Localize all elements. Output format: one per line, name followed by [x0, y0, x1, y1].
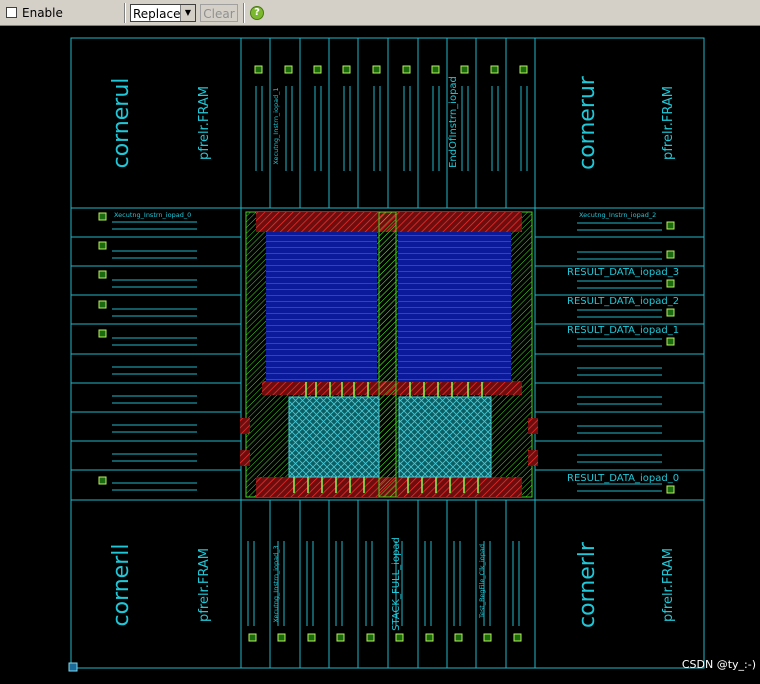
left-pad-ring	[71, 221, 241, 491]
corner-ul-cell: pfrelr.FRAM	[197, 86, 212, 160]
pad-label-bottom-2: STACK_FULL_iopad	[391, 537, 402, 631]
top-pad-ring	[255, 38, 528, 208]
left-pad-pins[interactable]	[98, 212, 107, 485]
pad-label-right-5: RESULT_DATA_iopad_1	[567, 325, 679, 336]
corner-lr-name: cornerlr	[575, 541, 600, 628]
pad-label-bottom-1: Xecutng_Instrn_iopad_3	[272, 545, 280, 622]
watermark: CSDN @ty_:-)	[681, 658, 756, 671]
pad-label-top-2: EndOfInstrn_iopad	[448, 76, 459, 168]
corner-ll-name: cornerll	[109, 544, 134, 627]
pad-label-right-2: Xecutng_Instrn_iopad_2	[579, 211, 656, 219]
bottom-pad-pins[interactable]	[248, 633, 522, 642]
toolbar-separator	[243, 3, 245, 23]
mode-select-value: Replace	[133, 7, 181, 21]
core-area[interactable]	[240, 211, 538, 498]
pad-label-left-0: Xecutng_Instrn_iopad_0	[114, 211, 191, 219]
help-icon[interactable]: ?	[250, 6, 264, 20]
enable-label: Enable	[22, 6, 63, 20]
pad-label-top-1: Xecutng_Instrn_iopad_1	[272, 87, 280, 164]
corner-ul-name: cornerul	[109, 78, 134, 169]
corner-lr-cell: pfrelr.FRAM	[661, 548, 676, 622]
right-pad-pins[interactable]	[666, 221, 675, 494]
enable-checkbox[interactable]	[6, 7, 17, 18]
std-cell-block-right	[398, 396, 492, 478]
mode-select[interactable]: Replace ▼	[130, 4, 196, 22]
corner-ur-name: cornerur	[575, 75, 600, 170]
clear-button[interactable]: Clear	[200, 4, 238, 22]
pad-label-right-3: RESULT_DATA_iopad_3	[567, 267, 679, 278]
right-pad-ring	[535, 222, 704, 492]
chevron-down-icon[interactable]: ▼	[180, 5, 195, 21]
toolbar: Enable Replace ▼ Clear ?	[0, 0, 760, 26]
origin-marker-icon[interactable]	[68, 662, 78, 672]
corner-ll-cell: pfrelr.FRAM	[197, 548, 212, 622]
memory-block-right	[398, 232, 511, 382]
layout-canvas[interactable]: cornerul pfrelr.FRAM cornerur pfrelr.FRA…	[12, 26, 760, 680]
corner-ur-cell: pfrelr.FRAM	[661, 86, 676, 160]
std-cell-block-left	[288, 396, 380, 478]
memory-block-left	[266, 232, 377, 382]
top-pad-pins[interactable]	[254, 65, 528, 74]
pad-label-bottom-3: Test_RegFile_Clk_iopad	[478, 544, 486, 619]
toolbar-separator	[124, 3, 126, 23]
layout-view[interactable]: cornerul pfrelr.FRAM cornerur pfrelr.FRA…	[12, 26, 760, 680]
pad-label-right-4: RESULT_DATA_iopad_2	[567, 296, 679, 307]
pad-label-right-6: RESULT_DATA_iopad_0	[567, 473, 679, 484]
